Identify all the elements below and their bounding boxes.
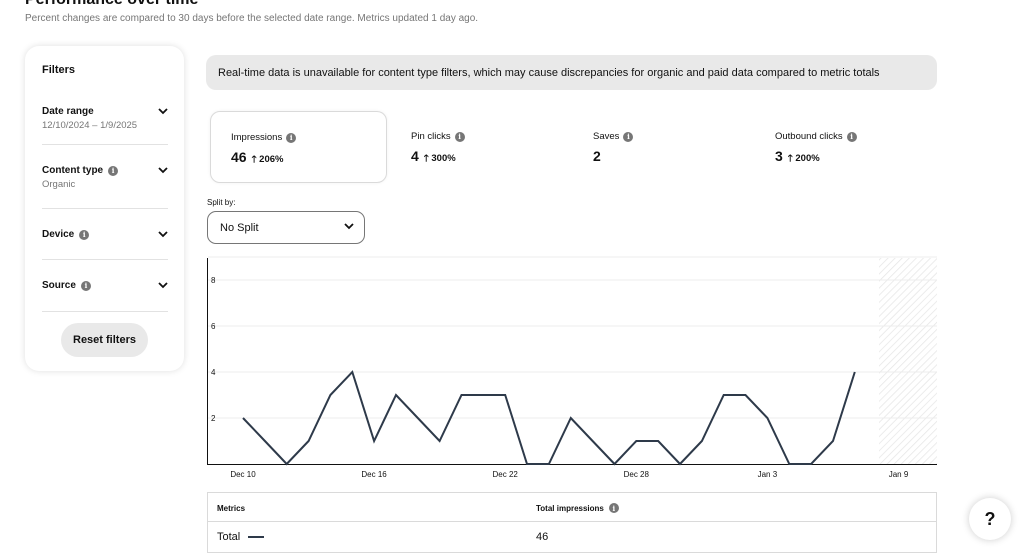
table-header-total-impressions: Total impressions i xyxy=(536,503,619,513)
x-tick-label: Dec 16 xyxy=(361,470,387,479)
x-tick-label: Dec 22 xyxy=(493,470,519,479)
table-header: Metrics Total impressions i xyxy=(208,493,936,522)
info-icon[interactable]: i xyxy=(608,503,619,513)
row-label-text: Total xyxy=(217,531,241,543)
help-button[interactable]: ? xyxy=(969,498,1011,540)
x-tick-label: Dec 10 xyxy=(230,470,256,479)
y-tick-label: 8 xyxy=(211,276,216,285)
x-tick-label: Dec 28 xyxy=(624,470,650,479)
x-tick-label: Jan 9 xyxy=(889,470,909,479)
row-label: Total xyxy=(217,531,265,543)
table-header-metrics: Metrics xyxy=(217,504,246,513)
y-tick-label: 2 xyxy=(211,414,216,423)
metrics-table: Metrics Total impressions i Total 46 xyxy=(207,492,937,553)
y-tick-label: 6 xyxy=(211,322,216,331)
y-tick-label: 4 xyxy=(211,368,216,377)
header-text: Total impressions xyxy=(536,503,604,513)
future-period-hatch xyxy=(879,258,937,464)
legend-swatch xyxy=(248,536,265,538)
impressions-line-chart: 2 4 6 8 Dec 10 Dec 16 Dec 22 Dec 28 Jan 3 Jan 9 xyxy=(207,256,937,479)
row-value: 46 xyxy=(536,531,549,543)
x-tick-label: Jan 3 xyxy=(758,470,778,479)
table-row: Total 46 xyxy=(208,523,936,553)
